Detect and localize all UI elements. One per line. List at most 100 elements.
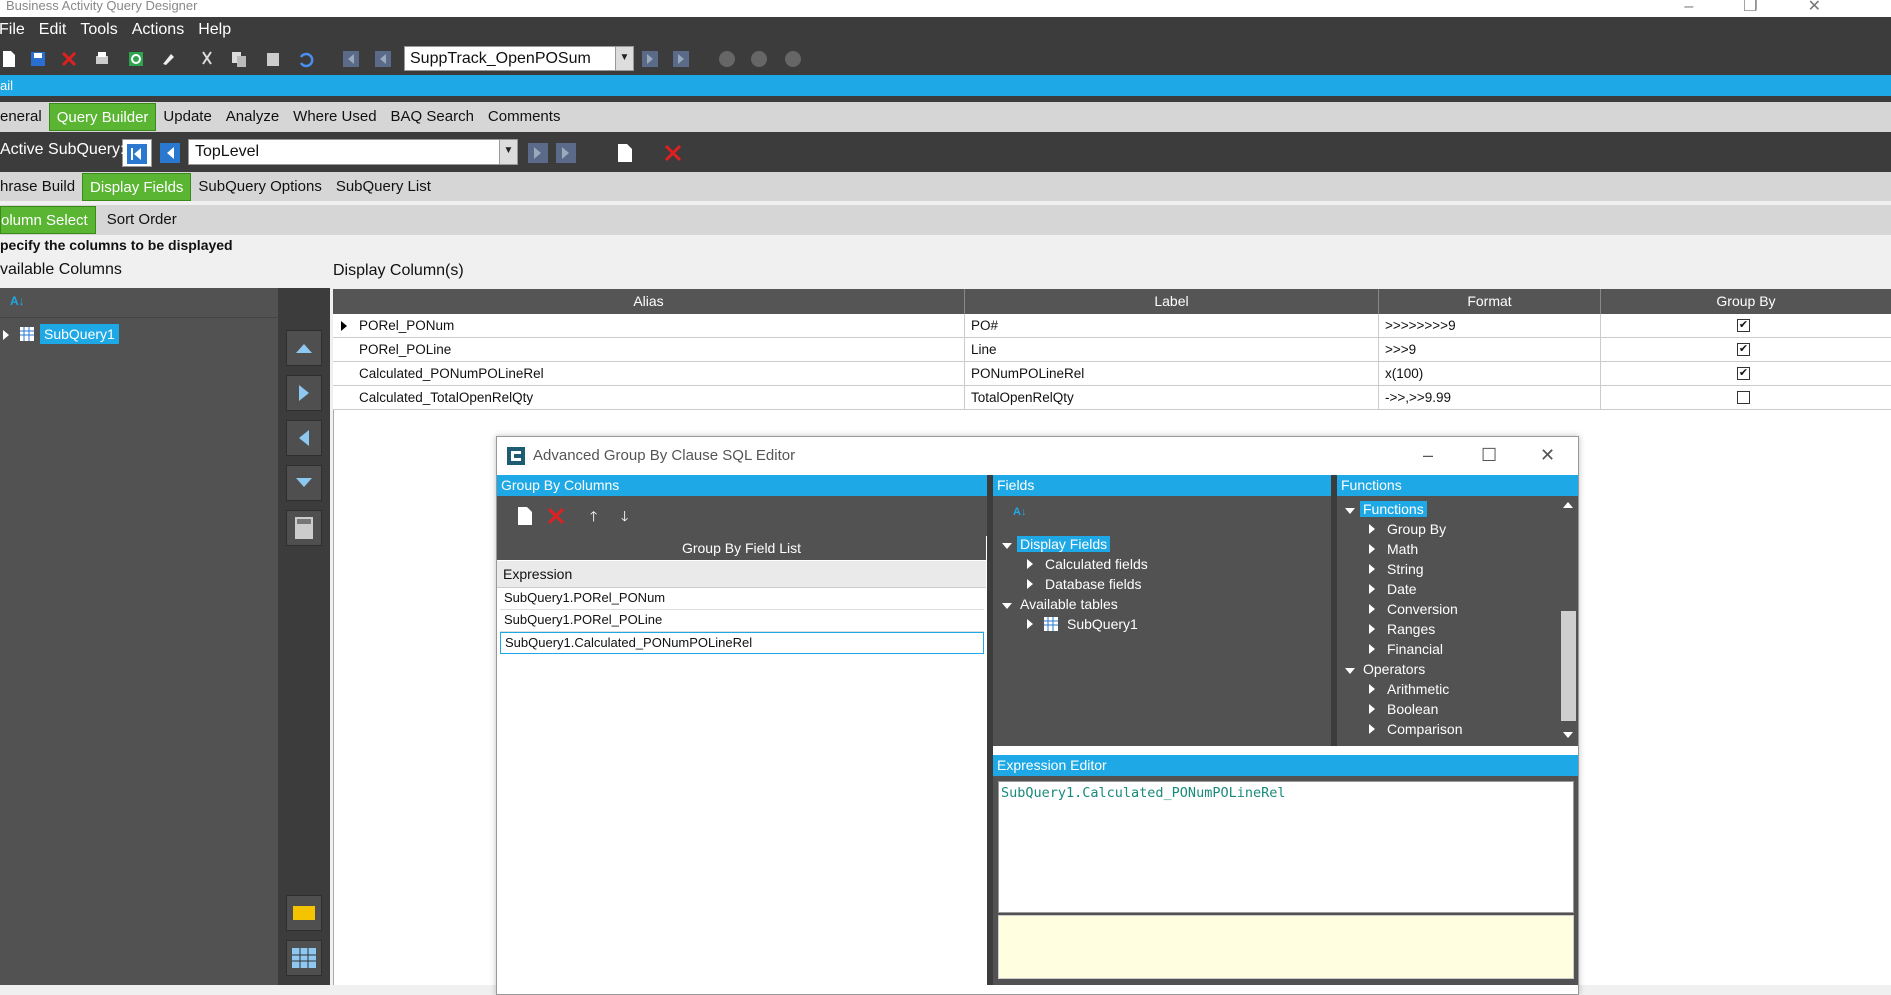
expand-icon[interactable] (1369, 644, 1375, 654)
collapse-icon[interactable] (1002, 603, 1012, 609)
cell-label[interactable]: PO# (965, 314, 1379, 338)
grid-button[interactable] (286, 940, 322, 976)
sort-az-icon[interactable]: A↓ (10, 294, 25, 308)
cell-label[interactable]: Line (965, 338, 1379, 362)
close-icon[interactable]: ✕ (1540, 445, 1555, 466)
header-format[interactable]: Format (1379, 289, 1601, 314)
group-by-checkbox[interactable] (1737, 391, 1750, 404)
back-icon[interactable] (718, 50, 736, 68)
copy-icon[interactable] (230, 50, 248, 68)
menu-edit[interactable]: Edit (39, 21, 67, 39)
next-record-icon[interactable] (641, 50, 659, 68)
cut-icon[interactable] (198, 50, 216, 68)
expand-icon[interactable] (1369, 724, 1375, 734)
tree-node-ranges[interactable]: Ranges (1387, 621, 1435, 637)
expand-icon[interactable] (1369, 524, 1375, 534)
first-record-icon[interactable] (342, 50, 360, 68)
collapse-icon[interactable] (1345, 668, 1355, 674)
prev-record-icon[interactable] (374, 50, 392, 68)
baq-id-combo[interactable]: SuppTrack_OpenPOSum ▼ (404, 46, 634, 71)
remove-column-button[interactable] (286, 420, 322, 456)
cell-format[interactable]: ->>,>>9.99 (1379, 386, 1601, 410)
new-icon[interactable] (0, 50, 18, 68)
header-alias[interactable]: Alias (333, 289, 965, 314)
tab-subquery-options[interactable]: SubQuery Options (191, 173, 328, 201)
expand-icon[interactable] (1027, 619, 1033, 629)
close-icon[interactable]: ✕ (1808, 0, 1871, 15)
cell-label[interactable]: TotalOpenRelQty (965, 386, 1379, 410)
expand-icon[interactable] (1369, 584, 1375, 594)
tree-node-subquery1[interactable]: SubQuery1 (1067, 616, 1138, 632)
expand-icon[interactable] (1027, 579, 1033, 589)
table-row[interactable]: PORel_PONum PO# >>>>>>>>9 ✔ (333, 314, 1891, 338)
expand-icon[interactable] (3, 330, 9, 340)
tab-subquery-list[interactable]: SubQuery List (329, 173, 438, 201)
expression-editor-input[interactable]: SubQuery1.Calculated_PONumPOLineRel (998, 781, 1574, 913)
cell-alias[interactable]: Calculated_PONumPOLineRel (353, 362, 965, 386)
tab-sort-order[interactable]: Sort Order (100, 206, 184, 234)
delete-subquery-icon[interactable] (663, 143, 683, 163)
new-icon[interactable] (517, 506, 533, 526)
tab-general[interactable]: eneral (0, 103, 49, 131)
expand-icon[interactable] (1369, 604, 1375, 614)
list-item[interactable]: SubQuery1.PORel_POLine (500, 610, 984, 632)
cell-alias[interactable]: Calculated_TotalOpenRelQty (353, 386, 965, 410)
scrollbar[interactable] (1559, 496, 1578, 746)
tree-node-operators[interactable]: Operators (1363, 661, 1425, 677)
header-group-by[interactable]: Group By (1601, 289, 1891, 314)
tree-node-group-by[interactable]: Group By (1387, 521, 1446, 537)
expand-icon[interactable] (1369, 544, 1375, 554)
tab-phrase-build[interactable]: hrase Build (0, 173, 82, 201)
tree-node-subquery1[interactable]: SubQuery1 (40, 324, 119, 344)
last-record-icon[interactable] (672, 50, 690, 68)
delete-icon[interactable] (60, 50, 78, 68)
move-down-icon[interactable]: 🡓 (621, 506, 628, 530)
forward-icon[interactable] (750, 50, 768, 68)
group-by-checkbox[interactable]: ✔ (1737, 343, 1750, 356)
tree-node-display-fields[interactable]: Display Fields (1017, 536, 1111, 552)
cell-alias[interactable]: PORel_POLine (353, 338, 965, 362)
tab-comments[interactable]: Comments (481, 103, 568, 131)
first-subquery-icon[interactable] (127, 144, 147, 164)
tree-node-financial[interactable]: Financial (1387, 641, 1443, 657)
expand-icon[interactable] (1369, 624, 1375, 634)
move-down-button[interactable] (286, 465, 322, 501)
menu-help[interactable]: Help (198, 21, 231, 39)
group-by-checkbox[interactable]: ✔ (1737, 367, 1750, 380)
tree-node-functions[interactable]: Functions (1360, 501, 1427, 517)
tab-baq-search[interactable]: BAQ Search (384, 103, 481, 131)
print-icon[interactable] (93, 50, 111, 68)
cell-format[interactable]: x(100) (1379, 362, 1601, 386)
new-subquery-icon[interactable] (616, 143, 634, 163)
scroll-down-icon[interactable] (1563, 732, 1573, 738)
collapse-icon[interactable] (1345, 508, 1355, 514)
tree-node-boolean[interactable]: Boolean (1387, 701, 1438, 717)
stop-icon[interactable] (784, 50, 802, 68)
refresh-icon[interactable] (127, 50, 145, 68)
paste-icon[interactable] (264, 50, 282, 68)
expand-icon[interactable] (1369, 684, 1375, 694)
save-icon[interactable] (29, 50, 47, 68)
menu-file[interactable]: File (0, 21, 25, 39)
table-row[interactable]: PORel_POLine Line >>>9 ✔ (333, 338, 1891, 362)
tab-column-select[interactable]: olumn Select (0, 206, 96, 234)
tree-node-string[interactable]: String (1387, 561, 1424, 577)
scroll-up-icon[interactable] (1563, 502, 1573, 508)
prev-subquery-icon[interactable] (160, 143, 180, 163)
maximize-icon[interactable]: ☐ (1481, 445, 1497, 466)
delete-icon[interactable] (547, 507, 565, 525)
menu-tools[interactable]: Tools (80, 21, 117, 39)
chevron-down-icon[interactable]: ▼ (499, 140, 517, 164)
sort-az-icon[interactable]: A↓ (1013, 506, 1026, 518)
restore-icon[interactable]: ❐ (1743, 0, 1807, 15)
move-up-button[interactable] (286, 330, 322, 366)
menu-actions[interactable]: Actions (132, 21, 184, 39)
cell-alias[interactable]: PORel_PONum (353, 314, 965, 338)
tree-node-date[interactable]: Date (1387, 581, 1417, 597)
calculator-button[interactable] (286, 510, 322, 546)
clear-icon[interactable] (159, 50, 177, 68)
header-label[interactable]: Label (965, 289, 1379, 314)
tree-node-comparison[interactable]: Comparison (1387, 721, 1462, 737)
undo-icon[interactable] (296, 50, 314, 68)
collapse-icon[interactable] (1002, 543, 1012, 549)
